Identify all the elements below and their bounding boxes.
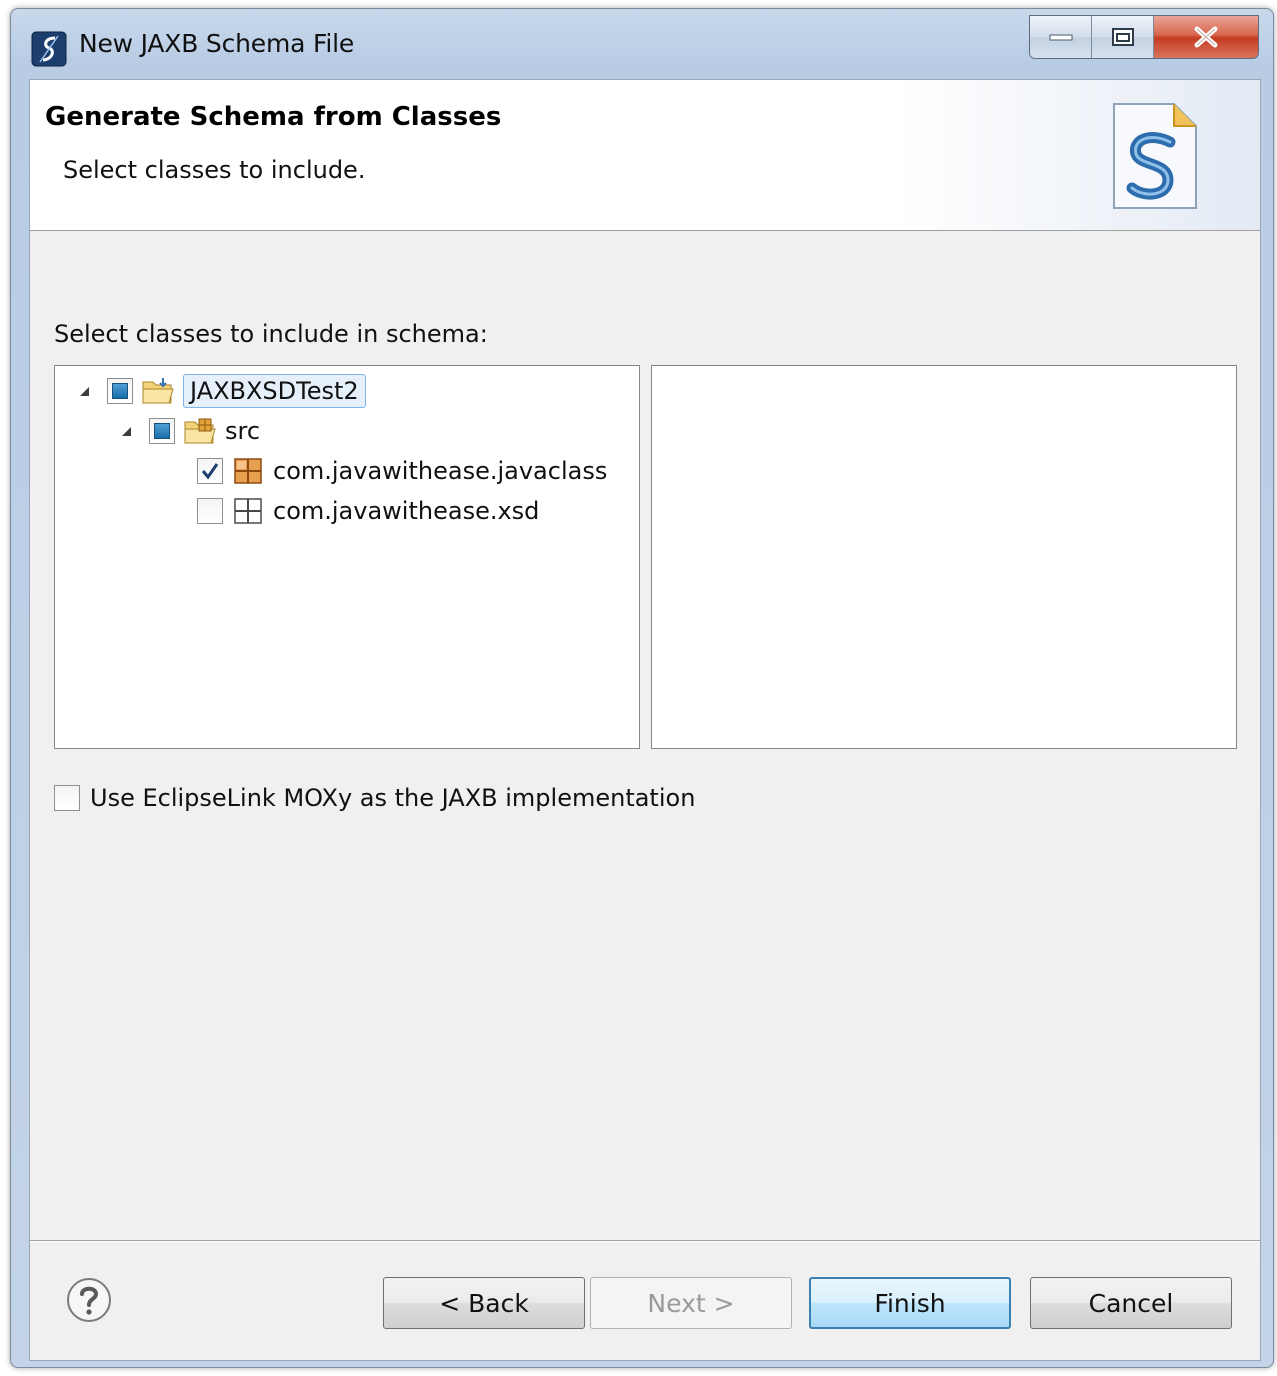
project-checkbox[interactable] xyxy=(107,378,133,404)
package-icon xyxy=(234,458,262,484)
project-label: JAXBXSDTest2 xyxy=(183,374,366,408)
package-label: com.javawithease.javaclass xyxy=(273,457,608,485)
next-button[interactable]: Next > xyxy=(590,1277,792,1329)
moxy-checkbox[interactable] xyxy=(54,785,80,811)
project-folder-icon xyxy=(142,378,174,404)
help-icon[interactable] xyxy=(65,1276,113,1324)
minimize-button[interactable] xyxy=(1030,16,1092,58)
src-label: src xyxy=(225,417,261,445)
title-bar[interactable]: New JAXB Schema File xyxy=(11,9,1273,79)
expanded-triangle-icon[interactable] xyxy=(119,424,133,438)
tree-item-src[interactable]: src xyxy=(119,412,260,450)
package-checkbox-checked[interactable] xyxy=(197,458,223,484)
package-label: com.javawithease.xsd xyxy=(273,497,540,525)
minimize-icon xyxy=(1049,34,1072,41)
class-tree[interactable]: JAXBXSDTest2 src com.javawithease.javacl… xyxy=(54,365,640,749)
tree-item-package[interactable]: com.javawithease.javaclass xyxy=(197,452,607,490)
moxy-label: Use EclipseLink MOXy as the JAXB impleme… xyxy=(90,784,696,812)
page-description: Select classes to include. xyxy=(63,156,366,184)
back-button[interactable]: < Back xyxy=(383,1277,585,1329)
class-selection-label: Select classes to include in schema: xyxy=(54,320,488,348)
source-folder-icon xyxy=(184,418,216,444)
page-title: Generate Schema from Classes xyxy=(45,102,502,132)
dialog-client-area: Generate Schema from Classes Select clas… xyxy=(29,79,1261,1361)
close-icon xyxy=(1194,26,1218,48)
schema-file-icon xyxy=(1113,103,1197,209)
caption-buttons xyxy=(1029,15,1259,59)
header-banner xyxy=(900,80,1260,230)
class-list-panel[interactable] xyxy=(651,365,1237,749)
footer-separator xyxy=(30,1240,1260,1242)
package-checkbox-unchecked[interactable] xyxy=(197,498,223,524)
eclipse-schema-icon xyxy=(31,31,67,67)
restore-icon xyxy=(1111,28,1134,46)
cancel-button[interactable]: Cancel xyxy=(1030,1277,1232,1329)
checkmark-icon xyxy=(201,463,219,480)
maximize-button[interactable] xyxy=(1092,16,1154,58)
expanded-triangle-icon[interactable] xyxy=(77,384,91,398)
wizard-header: Generate Schema from Classes Select clas… xyxy=(30,80,1260,231)
window-title: New JAXB Schema File xyxy=(79,29,355,58)
close-button[interactable] xyxy=(1154,16,1258,58)
src-checkbox[interactable] xyxy=(149,418,175,444)
moxy-option[interactable]: Use EclipseLink MOXy as the JAXB impleme… xyxy=(54,784,695,812)
tree-item-package[interactable]: com.javawithease.xsd xyxy=(197,492,539,530)
tree-item-project[interactable]: JAXBXSDTest2 xyxy=(77,372,366,410)
finish-button[interactable]: Finish xyxy=(809,1277,1011,1329)
package-icon xyxy=(234,498,262,524)
dialog-window: New JAXB Schema File Generate Schema fro… xyxy=(10,8,1274,1368)
